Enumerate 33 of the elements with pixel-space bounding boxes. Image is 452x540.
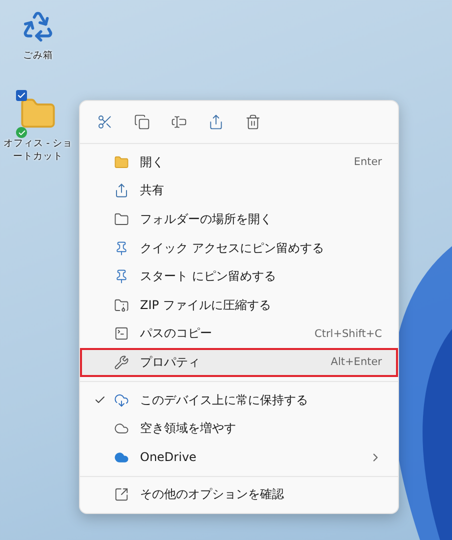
menu-item[interactable]: クイック アクセスにピン留めする (80, 234, 398, 262)
menu-item[interactable]: パスのコピー Ctrl+Shift+C (80, 320, 398, 348)
menu-item[interactable]: プロパティ Alt+Enter (80, 348, 398, 377)
menu-item[interactable]: スタート にピン留めする (80, 262, 398, 291)
wrench-icon (114, 354, 129, 370)
zip-folder-icon (114, 298, 129, 313)
menu-item[interactable]: 開く Enter (80, 148, 398, 177)
pin-icon (114, 269, 129, 284)
expand-icon (114, 487, 129, 502)
menu-item[interactable]: フォルダーの場所を開く (80, 205, 398, 234)
folder-icon (114, 154, 129, 170)
pin-icon (114, 240, 129, 256)
menu-item[interactable]: OneDrive (80, 442, 398, 472)
folder-icon (114, 212, 129, 227)
menu-item[interactable]: 空き領域を増やす (80, 414, 398, 443)
checkbox[interactable] (16, 90, 27, 101)
menu-item[interactable]: ZIP ファイルに圧縮する (80, 290, 398, 320)
cloud-icon (114, 450, 129, 465)
delete-icon (244, 114, 260, 130)
cloud-icon (114, 421, 129, 436)
share-icon (208, 114, 224, 130)
menu-item[interactable]: その他のオプションを確認 (80, 480, 398, 510)
synced-icon (16, 127, 27, 138)
menu-item[interactable]: 共有 (80, 176, 398, 206)
cloud-icon (114, 392, 129, 408)
copy-icon (134, 114, 150, 130)
desktop-icon-label: オフィス - ショートカット (2, 138, 74, 164)
share-icon (114, 183, 129, 198)
menu-item[interactable]: このデバイス上に常に保持する (80, 386, 398, 414)
recycle-bin-icon[interactable] (21, 9, 55, 43)
rename-icon (170, 114, 186, 130)
cut-icon (96, 114, 112, 130)
desktop-icon-label: ごみ箱 (23, 50, 53, 63)
